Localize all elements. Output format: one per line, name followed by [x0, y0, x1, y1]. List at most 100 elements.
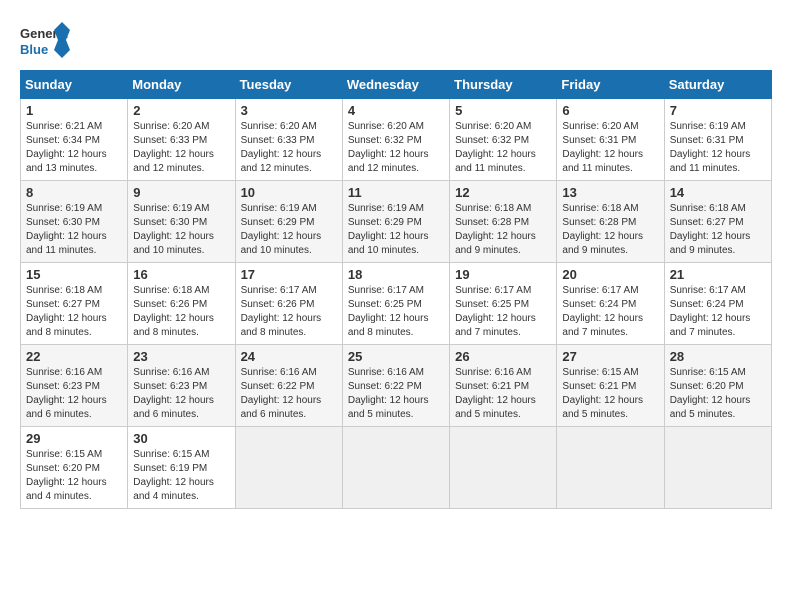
- day-number: 6: [562, 103, 658, 118]
- day-number: 29: [26, 431, 122, 446]
- day-number: 8: [26, 185, 122, 200]
- day-number: 30: [133, 431, 229, 446]
- day-info: Sunrise: 6:17 AMSunset: 6:25 PMDaylight:…: [455, 284, 551, 340]
- calendar-cell: [450, 427, 557, 509]
- day-number: 20: [562, 267, 658, 282]
- calendar-cell: [342, 427, 449, 509]
- calendar-cell: 27 Sunrise: 6:15 AMSunset: 6:21 PMDayligh…: [557, 345, 664, 427]
- calendar-cell: 13Sunrise: 6:18 AMSunset: 6:28 PMDayligh…: [557, 181, 664, 263]
- day-header-sunday: Sunday: [21, 71, 128, 99]
- day-number: 21: [670, 267, 766, 282]
- day-header-wednesday: Wednesday: [342, 71, 449, 99]
- calendar-cell: 17Sunrise: 6:17 AMSunset: 6:26 PMDayligh…: [235, 263, 342, 345]
- day-number: 16: [133, 267, 229, 282]
- day-info: Sunrise: 6:20 AMSunset: 6:32 PMDaylight:…: [455, 120, 551, 176]
- day-number: 18: [348, 267, 444, 282]
- day-info: Sunrise: 6:18 AMSunset: 6:27 PMDaylight:…: [670, 202, 766, 258]
- calendar-cell: 7 Sunrise: 6:19 AMSunset: 6:31 PMDaylight…: [664, 99, 771, 181]
- calendar-cell: 8Sunrise: 6:19 AMSunset: 6:30 PMDaylight…: [21, 181, 128, 263]
- day-info: Sunrise: 6:15 AMSunset: 6:20 PMDaylight:…: [670, 366, 766, 422]
- day-number: 23: [133, 349, 229, 364]
- day-info: Sunrise: 6:15 AMSunset: 6:21 PMDaylight:…: [562, 366, 658, 422]
- calendar-cell: 5 Sunrise: 6:20 AMSunset: 6:32 PMDaylight…: [450, 99, 557, 181]
- day-info: Sunrise: 6:17 AMSunset: 6:26 PMDaylight:…: [241, 284, 337, 340]
- day-info: Sunrise: 6:15 AMSunset: 6:19 PMDaylight:…: [133, 448, 229, 504]
- calendar-cell: 23Sunrise: 6:16 AMSunset: 6:23 PMDayligh…: [128, 345, 235, 427]
- calendar-cell: 18 Sunrise: 6:17 AMSunset: 6:25 PMDayligh…: [342, 263, 449, 345]
- day-number: 26: [455, 349, 551, 364]
- calendar-cell: 4 Sunrise: 6:20 AMSunset: 6:32 PMDaylight…: [342, 99, 449, 181]
- calendar-cell: [235, 427, 342, 509]
- calendar-cell: 28 Sunrise: 6:15 AMSunset: 6:20 PMDayligh…: [664, 345, 771, 427]
- calendar-cell: 21 Sunrise: 6:17 AMSunset: 6:24 PMDayligh…: [664, 263, 771, 345]
- day-info: Sunrise: 6:20 AMSunset: 6:33 PMDaylight:…: [133, 120, 229, 176]
- day-header-saturday: Saturday: [664, 71, 771, 99]
- day-number: 5: [455, 103, 551, 118]
- day-info: Sunrise: 6:16 AMSunset: 6:21 PMDaylight:…: [455, 366, 551, 422]
- day-number: 11: [348, 185, 444, 200]
- calendar-week-3: 15 Sunrise: 6:18 AMSunset: 6:27 PMDayligh…: [21, 263, 772, 345]
- day-header-tuesday: Tuesday: [235, 71, 342, 99]
- day-info: Sunrise: 6:20 AMSunset: 6:33 PMDaylight:…: [241, 120, 337, 176]
- day-number: 2: [133, 103, 229, 118]
- day-info: Sunrise: 6:20 AMSunset: 6:32 PMDaylight:…: [348, 120, 444, 176]
- day-info: Sunrise: 6:19 AMSunset: 6:31 PMDaylight:…: [670, 120, 766, 176]
- day-info: Sunrise: 6:19 AMSunset: 6:29 PMDaylight:…: [348, 202, 444, 258]
- day-info: Sunrise: 6:20 AMSunset: 6:31 PMDaylight:…: [562, 120, 658, 176]
- day-info: Sunrise: 6:18 AMSunset: 6:28 PMDaylight:…: [455, 202, 551, 258]
- day-number: 19: [455, 267, 551, 282]
- day-info: Sunrise: 6:18 AMSunset: 6:27 PMDaylight:…: [26, 284, 122, 340]
- calendar-week-5: 29 Sunrise: 6:15 AMSunset: 6:20 PMDayligh…: [21, 427, 772, 509]
- day-number: 25: [348, 349, 444, 364]
- logo: General Blue: [20, 20, 70, 60]
- calendar-cell: 12Sunrise: 6:18 AMSunset: 6:28 PMDayligh…: [450, 181, 557, 263]
- day-info: Sunrise: 6:21 AMSunset: 6:34 PMDaylight:…: [26, 120, 122, 176]
- day-number: 7: [670, 103, 766, 118]
- calendar-cell: 16 Sunrise: 6:18 AMSunset: 6:26 PMDayligh…: [128, 263, 235, 345]
- day-number: 1: [26, 103, 122, 118]
- day-number: 27: [562, 349, 658, 364]
- day-number: 15: [26, 267, 122, 282]
- day-number: 9: [133, 185, 229, 200]
- day-info: Sunrise: 6:16 AMSunset: 6:22 PMDaylight:…: [241, 366, 337, 422]
- day-info: Sunrise: 6:17 AMSunset: 6:24 PMDaylight:…: [670, 284, 766, 340]
- day-info: Sunrise: 6:17 AMSunset: 6:25 PMDaylight:…: [348, 284, 444, 340]
- day-info: Sunrise: 6:19 AMSunset: 6:30 PMDaylight:…: [133, 202, 229, 258]
- day-info: Sunrise: 6:19 AMSunset: 6:29 PMDaylight:…: [241, 202, 337, 258]
- calendar-cell: 9 Sunrise: 6:19 AMSunset: 6:30 PMDaylight…: [128, 181, 235, 263]
- day-header-monday: Monday: [128, 71, 235, 99]
- day-info: Sunrise: 6:16 AMSunset: 6:23 PMDaylight:…: [26, 366, 122, 422]
- calendar-cell: 15 Sunrise: 6:18 AMSunset: 6:27 PMDayligh…: [21, 263, 128, 345]
- calendar-cell: 25 Sunrise: 6:16 AMSunset: 6:22 PMDayligh…: [342, 345, 449, 427]
- calendar-cell: 11 Sunrise: 6:19 AMSunset: 6:29 PMDayligh…: [342, 181, 449, 263]
- calendar-cell: 30 Sunrise: 6:15 AMSunset: 6:19 PMDayligh…: [128, 427, 235, 509]
- calendar-cell: 22 Sunrise: 6:16 AMSunset: 6:23 PMDayligh…: [21, 345, 128, 427]
- calendar-cell: 14 Sunrise: 6:18 AMSunset: 6:27 PMDayligh…: [664, 181, 771, 263]
- calendar-cell: 6 Sunrise: 6:20 AMSunset: 6:31 PMDaylight…: [557, 99, 664, 181]
- day-info: Sunrise: 6:15 AMSunset: 6:20 PMDaylight:…: [26, 448, 122, 504]
- day-number: 14: [670, 185, 766, 200]
- day-number: 24: [241, 349, 337, 364]
- calendar-cell: 2 Sunrise: 6:20 AMSunset: 6:33 PMDaylight…: [128, 99, 235, 181]
- day-info: Sunrise: 6:18 AMSunset: 6:26 PMDaylight:…: [133, 284, 229, 340]
- day-number: 4: [348, 103, 444, 118]
- day-header-thursday: Thursday: [450, 71, 557, 99]
- calendar-week-1: 1 Sunrise: 6:21 AMSunset: 6:34 PMDaylight…: [21, 99, 772, 181]
- day-info: Sunrise: 6:16 AMSunset: 6:22 PMDaylight:…: [348, 366, 444, 422]
- day-info: Sunrise: 6:17 AMSunset: 6:24 PMDaylight:…: [562, 284, 658, 340]
- calendar-cell: 20 Sunrise: 6:17 AMSunset: 6:24 PMDayligh…: [557, 263, 664, 345]
- day-number: 22: [26, 349, 122, 364]
- day-number: 28: [670, 349, 766, 364]
- days-header-row: SundayMondayTuesdayWednesdayThursdayFrid…: [21, 71, 772, 99]
- calendar-cell: 1 Sunrise: 6:21 AMSunset: 6:34 PMDaylight…: [21, 99, 128, 181]
- calendar-cell: [664, 427, 771, 509]
- calendar-cell: 3 Sunrise: 6:20 AMSunset: 6:33 PMDaylight…: [235, 99, 342, 181]
- calendar-week-2: 8 Sunrise: 6:19 AMSunset: 6:30 PMDaylight…: [21, 181, 772, 263]
- calendar-cell: 19 Sunrise: 6:17 AMSunset: 6:25 PMDayligh…: [450, 263, 557, 345]
- day-header-friday: Friday: [557, 71, 664, 99]
- day-number: 10: [241, 185, 337, 200]
- header: General Blue: [20, 20, 772, 60]
- day-number: 3: [241, 103, 337, 118]
- day-info: Sunrise: 6:18 AMSunset: 6:28 PMDaylight:…: [562, 202, 658, 258]
- calendar-table: SundayMondayTuesdayWednesdayThursdayFrid…: [20, 70, 772, 509]
